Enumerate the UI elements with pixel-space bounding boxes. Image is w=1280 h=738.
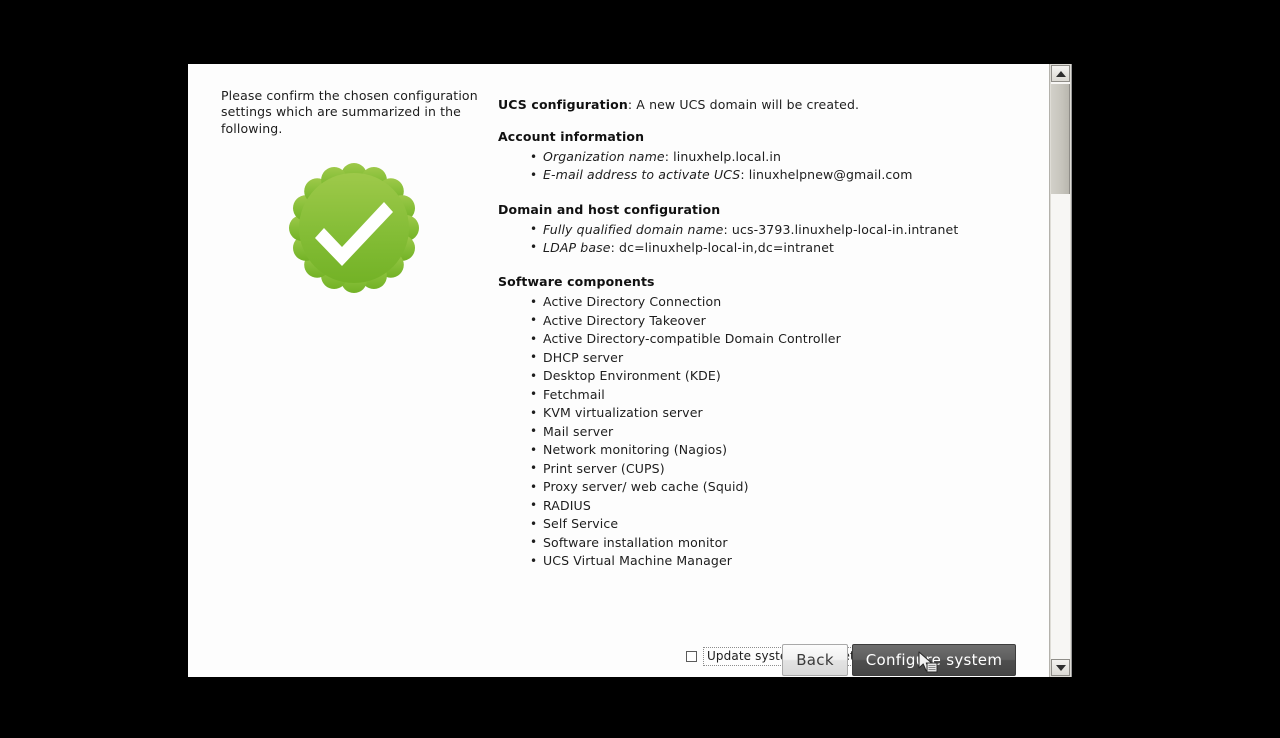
scroll-down-arrow-button[interactable] — [1051, 659, 1070, 676]
installer-content-area: Please confirm the chosen configuration … — [188, 64, 1050, 677]
vertical-scrollbar[interactable] — [1049, 64, 1071, 677]
list-item: Fetchmail — [530, 385, 1018, 405]
section-software-components: Software components Active Directory Con… — [498, 274, 1018, 571]
list-item: Print server (CUPS) — [530, 459, 1018, 479]
list-item: DHCP server — [530, 348, 1018, 368]
list-item: Organization name: linuxhelp.local.in — [530, 147, 1018, 166]
list-item: Desktop Environment (KDE) — [530, 367, 1018, 386]
section-heading: Domain and host configuration — [498, 201, 721, 217]
list-item: RADIUS — [530, 496, 1018, 516]
section-heading: Account information — [498, 129, 645, 144]
list-item: Active Directory Takeover — [530, 311, 1018, 331]
footer-button-bar: Back Configure system — [782, 644, 1016, 676]
list-item: Fully qualified domain name: ucs-3793.li… — [530, 220, 1018, 239]
success-badge-container — [221, 163, 486, 294]
list-item: Software installation monitor — [530, 533, 1018, 553]
desktop-screen: Please confirm the chosen configuration … — [0, 0, 1280, 738]
list-item: E-mail address to activate UCS: linuxhel… — [530, 166, 1018, 185]
scroll-up-arrow-button[interactable] — [1051, 65, 1070, 82]
list-item: Self Service — [530, 515, 1018, 534]
list-item-value: : linuxhelpnew@gmail.com — [740, 167, 913, 183]
software-components-list: Active Directory Connection Active Direc… — [498, 293, 1018, 571]
list-item: Mail server — [530, 422, 1018, 442]
scrollbar-track[interactable] — [1051, 82, 1070, 659]
domain-host-configuration-list: Fully qualified domain name: ucs-3793.li… — [498, 220, 1018, 258]
update-system-checkbox[interactable] — [686, 651, 697, 662]
section-account-information: Account information Organization name: l… — [498, 129, 1018, 185]
list-item: Network monitoring (Nagios) — [530, 441, 1018, 460]
list-item-key: E-mail address to activate UCS — [543, 167, 741, 183]
summary-column: UCS configuration: A new UCS domain will… — [498, 97, 1018, 571]
list-item: UCS Virtual Machine Manager — [530, 552, 1018, 571]
account-information-list: Organization name: linuxhelp.local.in E-… — [498, 147, 1018, 185]
list-item: Active Directory Connection — [530, 293, 1018, 312]
section-domain-host-configuration: Domain and host configuration Fully qual… — [498, 202, 1018, 258]
triangle-down-icon — [1055, 664, 1066, 671]
green-check-badge-icon — [288, 163, 419, 294]
ucs-installer-window: Please confirm the chosen configuration … — [188, 64, 1072, 677]
left-column: Please confirm the chosen configuration … — [221, 88, 486, 294]
ucs-configuration-label: UCS configuration — [498, 97, 628, 112]
configure-system-button[interactable]: Configure system — [852, 644, 1016, 676]
list-item-value: : dc=linuxhelp-local-in,dc=intranet — [610, 239, 835, 255]
triangle-up-icon — [1055, 70, 1066, 77]
ucs-configuration-value: : A new UCS domain will be created. — [627, 97, 860, 112]
list-item: KVM virtualization server — [530, 404, 1018, 423]
list-item-key: Organization name — [543, 149, 665, 164]
back-button[interactable]: Back — [782, 644, 848, 676]
list-item-value: : linuxhelp.local.in — [664, 149, 782, 164]
list-item: LDAP base: dc=linuxhelp-local-in,dc=intr… — [530, 238, 1018, 257]
list-item-key: LDAP base — [543, 239, 611, 255]
list-item: Proxy server/ web cache (Squid) — [530, 478, 1018, 497]
scrollbar-thumb[interactable] — [1051, 84, 1070, 194]
section-heading: Software components — [498, 274, 655, 290]
ucs-configuration-line: UCS configuration: A new UCS domain will… — [498, 97, 1018, 112]
list-item: Active Directory-compatible Domain Contr… — [530, 330, 1018, 349]
list-item-key: Fully qualified domain name — [543, 221, 724, 237]
intro-text: Please confirm the chosen configuration … — [221, 88, 478, 136]
list-item-value: : ucs-3793.linuxhelp-local-in.intranet — [723, 221, 959, 237]
